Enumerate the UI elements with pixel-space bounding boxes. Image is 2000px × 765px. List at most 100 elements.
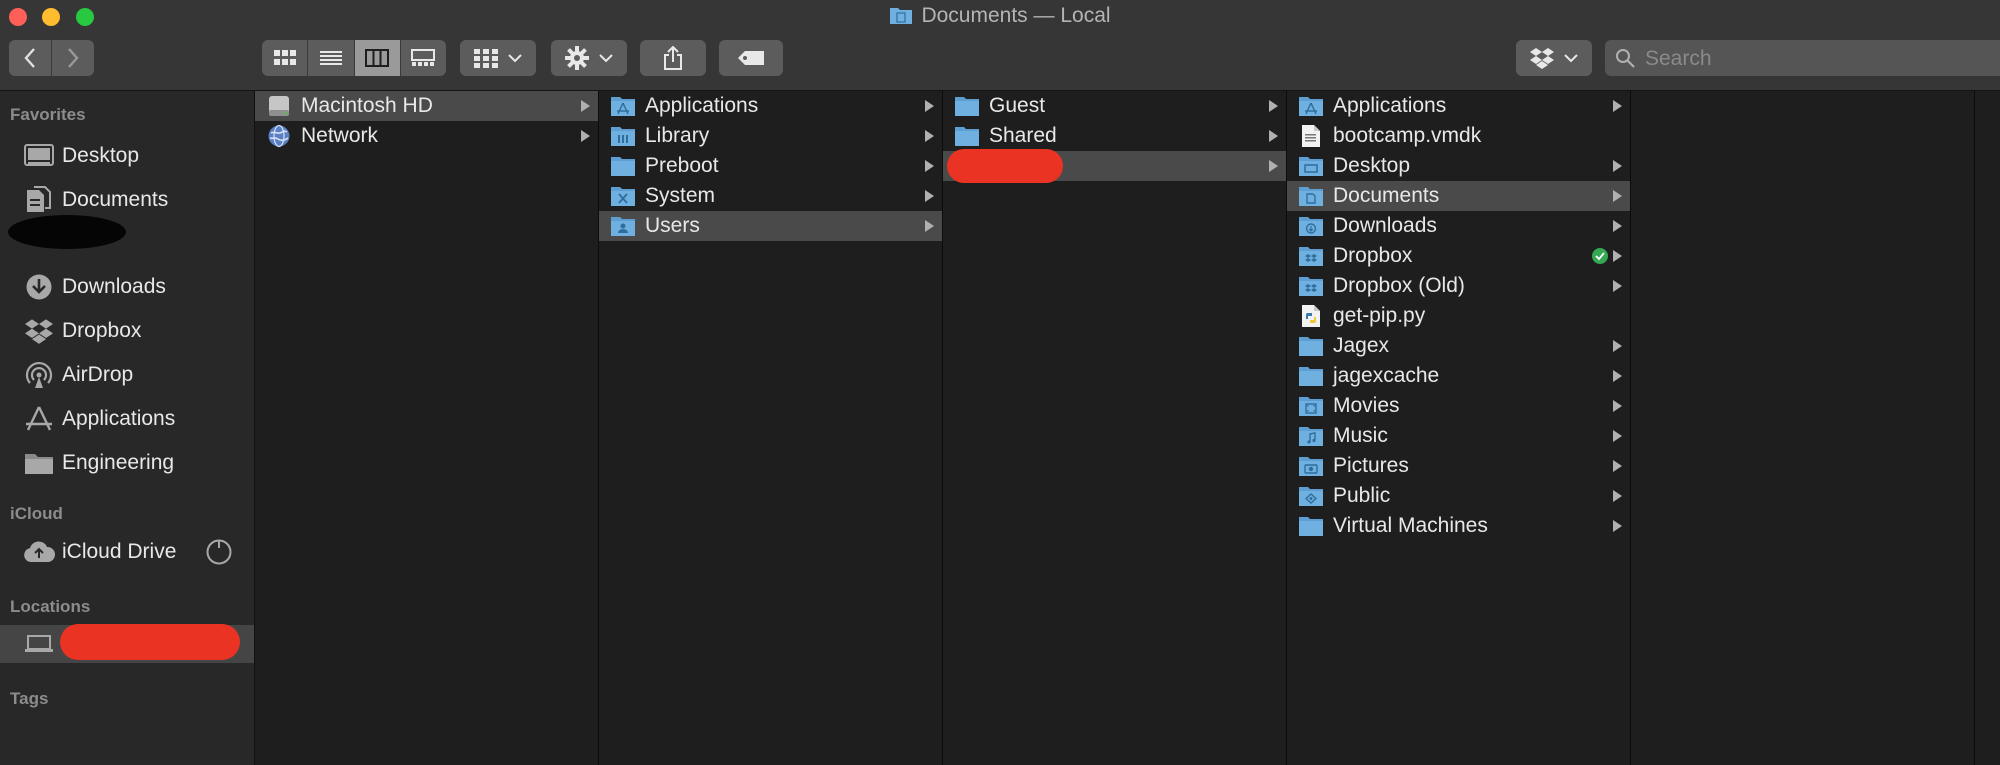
dropbox-menu-button[interactable] xyxy=(1516,40,1592,76)
sidebar-section-tags: Tags xyxy=(10,689,49,708)
list-item-music[interactable]: Music xyxy=(1287,421,1630,451)
sidebar-item-documents[interactable]: Documents xyxy=(0,183,254,217)
list-item-jagex[interactable]: Jagex xyxy=(1287,331,1630,361)
document-file-icon xyxy=(1297,123,1325,149)
list-item-jagexcache[interactable]: jagexcache xyxy=(1287,361,1630,391)
browser-column-6 xyxy=(1975,91,2000,765)
list-item-shared[interactable]: Shared xyxy=(943,121,1286,151)
gear-icon xyxy=(565,46,589,70)
list-item-guest[interactable]: Guest xyxy=(943,91,1286,121)
folder-icon xyxy=(953,93,981,119)
sidebar-item-label: Dropbox xyxy=(62,319,142,342)
title-bar: Documents — Local xyxy=(0,0,2000,91)
list-item-dropbox-old[interactable]: Dropbox (Old) xyxy=(1287,271,1630,301)
list-item-virtual-machines[interactable]: Virtual Machines xyxy=(1287,511,1630,541)
redacted-item xyxy=(8,215,126,249)
item-label: Music xyxy=(1333,424,1388,447)
dropbox-folder-icon xyxy=(1297,273,1325,299)
item-label: Dropbox (Old) xyxy=(1333,274,1465,297)
item-label: System xyxy=(645,184,716,207)
chevron-left-icon xyxy=(24,48,35,68)
browser-column-1: Macintosh HD Network xyxy=(255,91,599,765)
sidebar-item-downloads[interactable]: Downloads xyxy=(0,270,254,304)
laptop-icon xyxy=(21,629,57,659)
chevron-down-icon xyxy=(508,54,522,63)
item-label: bootcamp.vmdk xyxy=(1333,124,1482,147)
item-label: Shared xyxy=(989,124,1057,147)
search-input[interactable] xyxy=(1643,43,1987,75)
item-label: Applications xyxy=(645,94,759,117)
list-item-applications[interactable]: Applications xyxy=(1287,91,1630,121)
list-item-documents[interactable]: Documents xyxy=(1287,181,1630,211)
forward-button[interactable] xyxy=(52,40,94,76)
item-label: Preboot xyxy=(645,154,719,177)
list-item-bootcamp-vmdk[interactable]: bootcamp.vmdk xyxy=(1287,121,1630,151)
share-button[interactable] xyxy=(640,40,706,76)
list-item-network[interactable]: Network xyxy=(255,121,598,151)
list-item-macintosh-hd[interactable]: Macintosh HD xyxy=(255,91,598,121)
list-item-applications[interactable]: Applications xyxy=(599,91,942,121)
list-item-preboot[interactable]: Preboot xyxy=(599,151,942,181)
item-label: Jagex xyxy=(1333,334,1390,357)
icon-view-button[interactable] xyxy=(262,40,309,76)
list-item-dropbox[interactable]: Dropbox xyxy=(1287,241,1630,271)
item-label: jagexcache xyxy=(1333,364,1440,387)
edit-tags-button[interactable] xyxy=(719,40,783,76)
list-item-downloads[interactable]: Downloads xyxy=(1287,211,1630,241)
downloads-folder-icon xyxy=(1297,213,1325,239)
dropbox-folder-icon xyxy=(1297,243,1325,269)
movies-folder-icon xyxy=(1297,393,1325,419)
list-item-movies[interactable]: Movies xyxy=(1287,391,1630,421)
item-label: Users xyxy=(645,214,700,237)
gallery-view-button[interactable] xyxy=(401,40,446,76)
list-item-library[interactable]: Library xyxy=(599,121,942,151)
list-item-pictures[interactable]: Pictures xyxy=(1287,451,1630,481)
item-label: Pictures xyxy=(1333,454,1409,477)
item-label: Virtual Machines xyxy=(1333,514,1488,537)
item-label: Library xyxy=(645,124,710,147)
item-label: get-pip.py xyxy=(1333,304,1426,327)
sidebar-item-label: Documents xyxy=(62,188,169,211)
disclosure-arrow-icon xyxy=(1613,280,1622,292)
desktop-folder-icon xyxy=(1297,153,1325,179)
disclosure-arrow-icon xyxy=(1613,520,1622,532)
search-field[interactable] xyxy=(1605,40,2000,76)
sidebar-item-engineering[interactable]: Engineering xyxy=(0,446,254,480)
group-by-button[interactable] xyxy=(460,40,536,76)
sidebar-item-desktop[interactable]: Desktop xyxy=(0,139,254,173)
folder-icon xyxy=(953,123,981,149)
list-item-public[interactable]: Public xyxy=(1287,481,1630,511)
chevron-down-icon xyxy=(1564,54,1578,63)
disclosure-arrow-icon xyxy=(1269,130,1278,142)
list-item-desktop[interactable]: Desktop xyxy=(1287,151,1630,181)
disclosure-arrow-icon xyxy=(1613,460,1622,472)
action-menu-button[interactable] xyxy=(551,40,627,76)
disclosure-arrow-icon xyxy=(1613,400,1622,412)
column-view-button[interactable] xyxy=(354,40,401,76)
browser-column-5 xyxy=(1631,91,1975,765)
list-icon xyxy=(319,51,342,65)
disclosure-arrow-icon xyxy=(925,160,934,172)
sidebar-item-icloud-drive[interactable]: iCloud Drive xyxy=(0,535,254,569)
disclosure-arrow-icon xyxy=(1613,340,1622,352)
window-title-text: Documents — Local xyxy=(921,4,1111,27)
tag-icon xyxy=(738,51,764,65)
list-item-users[interactable]: Users xyxy=(599,211,942,241)
list-view-button[interactable] xyxy=(308,40,355,76)
icloud-icon xyxy=(21,537,57,567)
redacted-user-name xyxy=(947,149,1063,183)
applications-icon xyxy=(21,404,57,434)
sidebar-item-applications[interactable]: Applications xyxy=(0,402,254,436)
sidebar-item-label: Engineering xyxy=(62,451,175,474)
list-item-system[interactable]: System xyxy=(599,181,942,211)
item-label: Desktop xyxy=(1333,154,1411,177)
list-item-get-pip-py[interactable]: get-pip.py xyxy=(1287,301,1630,331)
public-folder-icon xyxy=(1297,483,1325,509)
browser-column-4: Applications bootcamp.vmdk Desktop Docum… xyxy=(1287,91,1631,765)
folder-icon xyxy=(609,153,637,179)
back-button[interactable] xyxy=(9,40,52,76)
applications-folder-icon xyxy=(609,93,637,119)
sidebar-item-dropbox[interactable]: Dropbox xyxy=(0,314,254,348)
downloads-icon xyxy=(21,272,57,302)
sidebar-item-airdrop[interactable]: AirDrop xyxy=(0,358,254,392)
